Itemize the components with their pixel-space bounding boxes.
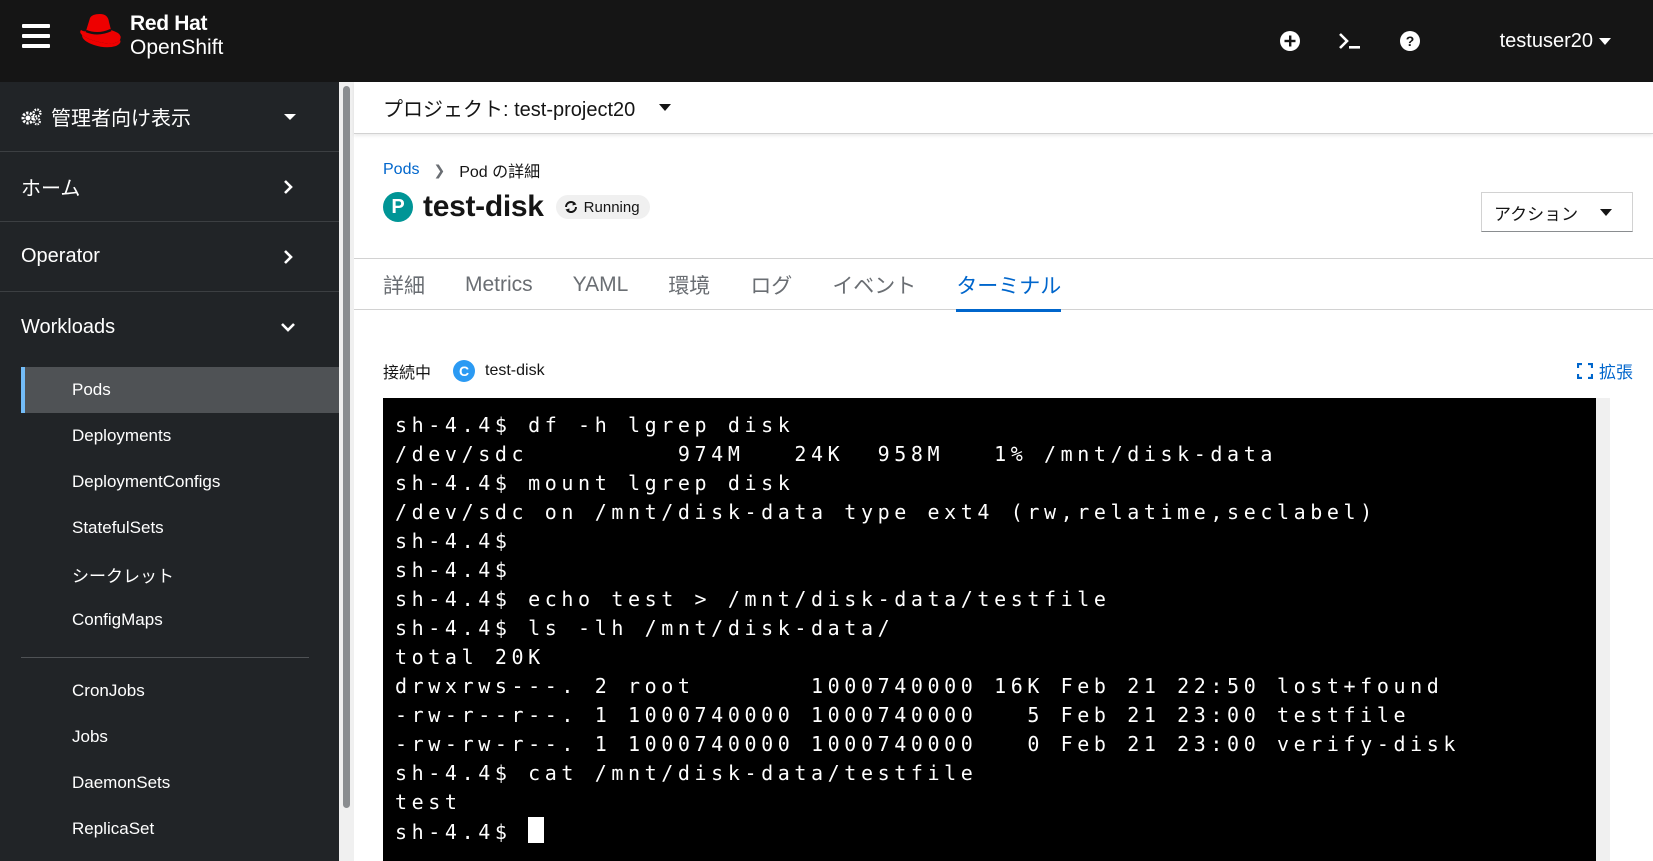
pod-resource-badge: P: [383, 192, 413, 222]
terminal-line: sh-4.4$: [395, 558, 512, 582]
terminal-line: sh-4.4$ echo test > /mnt/disk-data/testf…: [395, 587, 1111, 611]
status-text: Running: [583, 198, 640, 216]
nav-section-workloads[interactable]: Workloads: [0, 292, 339, 362]
sidebar-scrollbar-thumb[interactable]: [343, 86, 350, 808]
terminal-prompt-line: sh-4.4$: [395, 817, 1584, 846]
caret-down-icon: [1600, 209, 1612, 216]
nav-section-home[interactable]: ホーム: [0, 152, 339, 222]
tab-yaml[interactable]: YAML: [573, 259, 629, 311]
sidebar-item-jobs[interactable]: Jobs: [21, 714, 339, 760]
chevron-right-icon: ❯: [433, 161, 446, 178]
chevron-right-icon: [284, 179, 293, 194]
svg-text:?: ?: [1405, 33, 1414, 49]
sidebar-item-configmaps[interactable]: ConfigMaps: [21, 597, 339, 643]
logo-product-text: OpenShift: [130, 36, 224, 59]
actions-label: アクション: [1494, 204, 1579, 224]
main-content: プロジェクト: test-project20 Pods ❯ Pod の詳細 P …: [354, 82, 1653, 861]
sync-icon: [564, 201, 577, 213]
project-selector[interactable]: プロジェクト: test-project20: [383, 93, 635, 122]
masthead: Red Hat OpenShift ? testuser20: [0, 0, 1653, 82]
tab-bar: 詳細 Metrics YAML 環境 ログ イベント ターミナル: [354, 258, 1653, 312]
terminal-line: -rw-rw-r--. 1 1000740000 1000740000 0 Fe…: [395, 732, 1461, 756]
sidebar-item-statefulsets[interactable]: StatefulSets: [21, 505, 339, 551]
user-menu[interactable]: testuser20: [1500, 30, 1611, 53]
add-circle-icon[interactable]: [1278, 29, 1302, 53]
tab-logs[interactable]: ログ: [750, 259, 792, 311]
connecting-label: 接続中: [383, 364, 432, 382]
tab-events[interactable]: イベント: [832, 259, 916, 311]
redhat-hat-icon: [80, 14, 121, 48]
status-badge: Running: [555, 195, 650, 219]
terminal-cursor: [528, 817, 545, 843]
terminal-line: sh-4.4$ mount lgrep disk: [395, 471, 795, 495]
perspective-label: 管理者向け表示: [51, 108, 191, 130]
help-icon[interactable]: ?: [1398, 29, 1422, 53]
sidebar-item-replicaset[interactable]: ReplicaSet: [21, 806, 339, 852]
sidebar-item-daemonsets[interactable]: DaemonSets: [21, 760, 339, 806]
sidebar-item-deploymentconfigs[interactable]: DeploymentConfigs: [21, 459, 339, 505]
tab-terminal[interactable]: ターミナル: [956, 259, 1062, 312]
terminal-line: drwxrws---. 2 root 1000740000 16K Feb 21…: [395, 674, 1444, 698]
workloads-list: Pods Deployments DeploymentConfigs State…: [0, 362, 339, 852]
project-bar: プロジェクト: test-project20: [354, 82, 1653, 134]
breadcrumb-current: Pod の詳細: [459, 164, 541, 181]
redhat-openshift-logo[interactable]: Red Hat OpenShift: [78, 12, 223, 64]
terminal-line: test: [395, 790, 462, 814]
sidebar: 管理者向け表示 ホーム Operator Workloads Pods Depl…: [0, 82, 339, 861]
terminal-line: sh-4.4$: [395, 529, 512, 553]
caret-down-icon: [284, 113, 296, 120]
breadcrumb-pods-link[interactable]: Pods: [383, 161, 419, 179]
sidebar-item-cronjobs[interactable]: CronJobs: [21, 668, 339, 714]
chevron-right-icon: [284, 249, 293, 264]
page-title-row: P test-disk Running: [383, 190, 650, 224]
terminal-scrollbar[interactable]: [1596, 398, 1610, 861]
tab-metrics[interactable]: Metrics: [465, 259, 533, 311]
tab-environment[interactable]: 環境: [668, 259, 710, 311]
terminal-line: -rw-r--r--. 1 1000740000 1000740000 5 Fe…: [395, 703, 1411, 727]
nav-divider: [21, 657, 309, 658]
perspective-switcher[interactable]: 管理者向け表示: [0, 82, 339, 152]
sidebar-item-secrets[interactable]: シークレット: [21, 551, 339, 597]
actions-dropdown[interactable]: アクション: [1481, 192, 1633, 232]
terminal-line: /dev/sdc 974M 24K 958M 1% /mnt/disk-data: [395, 442, 1277, 466]
chevron-down-icon: [281, 323, 295, 332]
sidebar-scrollbar[interactable]: [339, 82, 354, 861]
nav-section-label: ホーム: [21, 178, 81, 200]
expand-button[interactable]: 拡張: [1577, 358, 1633, 383]
nav-section-label: Workloads: [21, 315, 116, 338]
sidebar-item-pods[interactable]: Pods: [21, 367, 339, 413]
terminal-line: sh-4.4$ df -h lgrep disk: [395, 413, 795, 437]
tab-details[interactable]: 詳細: [383, 259, 425, 311]
cogs-icon: [21, 107, 42, 125]
page-title: test-disk: [423, 190, 544, 223]
caret-down-icon[interactable]: [659, 104, 672, 111]
expand-icon: [1577, 362, 1593, 379]
terminal-icon[interactable]: [1338, 29, 1362, 53]
username: testuser20: [1499, 29, 1593, 52]
terminal-connection-row: 接続中 C test-disk 拡張: [383, 358, 1633, 383]
container-badge: C: [453, 359, 476, 382]
terminal-line: sh-4.4$ ls -lh /mnt/disk-data/: [395, 616, 895, 640]
terminal-prompt: sh-4.4$: [395, 820, 529, 844]
container-name: test-disk: [485, 361, 545, 379]
terminal-console[interactable]: sh-4.4$ df -h lgrep disk /dev/sdc 974M 2…: [383, 398, 1596, 861]
terminal-line: total 20K: [395, 645, 545, 669]
nav-section-label: Operator: [21, 245, 100, 267]
nav-section-operator[interactable]: Operator: [0, 222, 339, 292]
logo-brand-text: Red Hat: [130, 12, 208, 35]
terminal-line: /dev/sdc on /mnt/disk-data type ext4 (rw…: [395, 500, 1377, 524]
breadcrumb: Pods ❯ Pod の詳細: [383, 158, 540, 182]
hamburger-menu-icon[interactable]: [22, 24, 50, 48]
terminal-line: sh-4.4$ cat /mnt/disk-data/testfile: [395, 761, 978, 785]
caret-down-icon: [1599, 37, 1611, 45]
sidebar-item-deployments[interactable]: Deployments: [21, 413, 339, 459]
expand-label: 拡張: [1599, 363, 1633, 382]
